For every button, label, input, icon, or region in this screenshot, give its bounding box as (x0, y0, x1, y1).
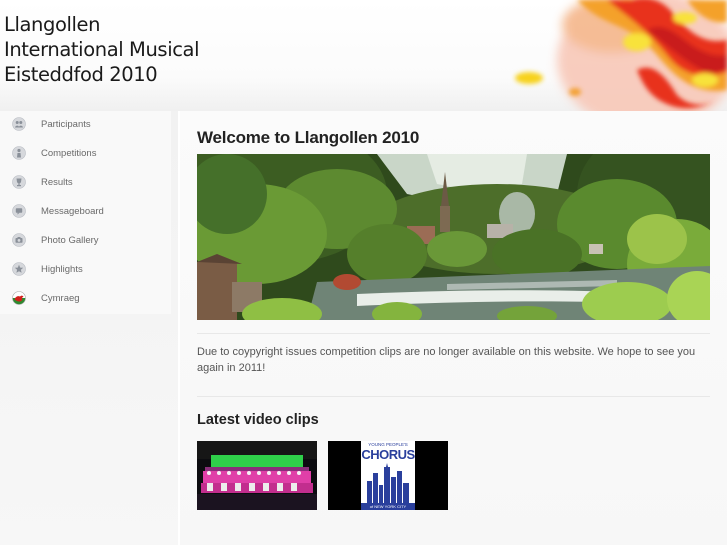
site-header: Llangollen International Musical Eistedd… (0, 0, 727, 111)
site-title: Llangollen International Musical Eistedd… (4, 13, 200, 86)
person-icon (12, 146, 26, 160)
page-title: Welcome to Llangollen 2010 (197, 128, 420, 147)
hero-image-llangollen (197, 154, 710, 320)
message-icon (12, 204, 26, 218)
sidebar-item-label: Results (41, 177, 73, 188)
sidebar-item-label: Highlights (41, 264, 83, 275)
sidebar-item-competitions[interactable]: Competitions (0, 140, 171, 169)
video-thumbnail-choir-stage[interactable] (197, 441, 317, 510)
sidebar-item-label: Cymraeg (41, 293, 80, 304)
sidebar-item-results[interactable]: Results (0, 169, 171, 198)
latest-video-clips-heading: Latest video clips (197, 412, 319, 428)
star-icon (12, 262, 26, 276)
sidebar-item-highlights[interactable]: Highlights (0, 256, 171, 285)
sidebar-item-cymraeg[interactable]: Cymraeg (0, 285, 171, 314)
sidebar-item-label: Messageboard (41, 206, 104, 217)
people-icon (12, 117, 26, 131)
chorus-logo: YOUNG PEOPLE'S CHORUS of NEW YORK CITY (361, 441, 415, 510)
video-thumbnail-young-peoples-chorus[interactable]: YOUNG PEOPLE'S CHORUS of NEW YORK CITY (328, 441, 448, 510)
chorus-logo-main: CHORUS (361, 447, 415, 462)
divider (197, 333, 710, 334)
header-flame-artwork (515, 0, 727, 111)
sidebar-item-label: Competitions (41, 148, 97, 159)
sidebar-item-photo-gallery[interactable]: Photo Gallery (0, 227, 171, 256)
sidebar-item-label: Participants (41, 119, 91, 130)
choir-stage-image (197, 441, 317, 510)
camera-icon (12, 233, 26, 247)
chorus-logo-bottom: of NEW YORK CITY (361, 503, 415, 510)
welsh-dragon-icon (12, 291, 26, 305)
sidebar: Participants Competitions Results Messag… (0, 111, 178, 545)
trophy-icon (12, 175, 26, 189)
sidebar-item-participants[interactable]: Participants (0, 111, 171, 140)
copyright-notice: Due to coypyright issues competition cli… (197, 346, 696, 374)
sidebar-menu: Participants Competitions Results Messag… (0, 111, 171, 314)
main-content: Welcome to Llangollen 2010 Due to coypyr… (180, 111, 727, 545)
sidebar-item-messageboard[interactable]: Messageboard (0, 198, 171, 227)
city-skyline-icon (367, 463, 409, 503)
divider (197, 396, 710, 397)
sidebar-item-label: Photo Gallery (41, 235, 99, 246)
